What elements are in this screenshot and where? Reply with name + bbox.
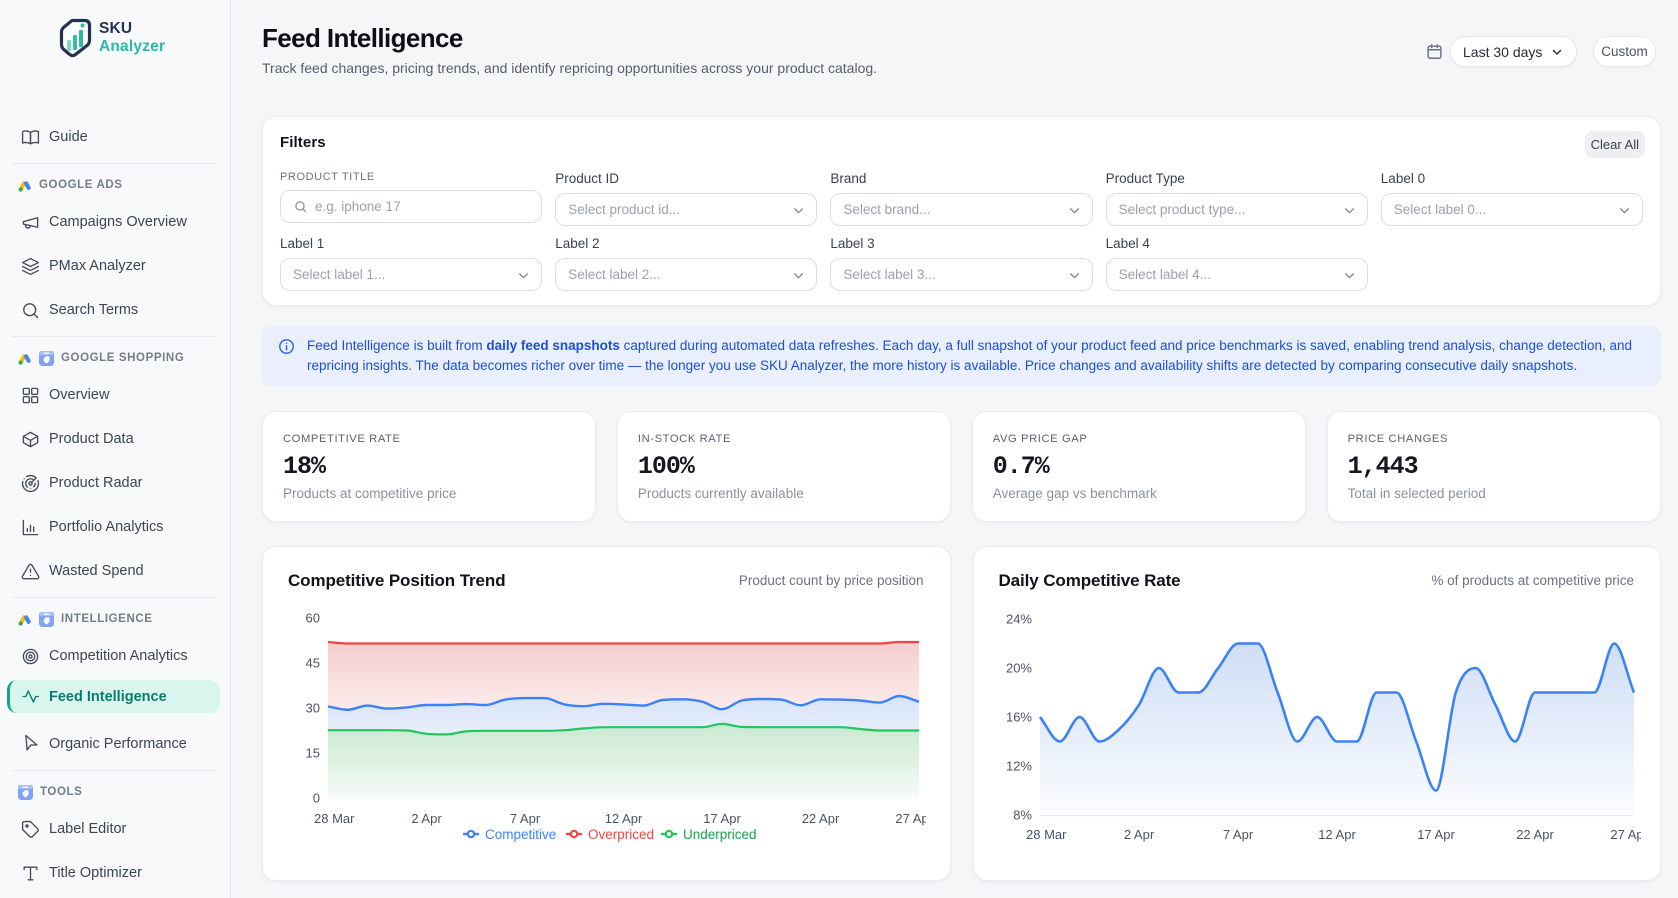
svg-text:22 Apr: 22 Apr [1516, 827, 1554, 842]
svg-text:45: 45 [306, 656, 320, 671]
svg-text:27 Apr: 27 Apr [895, 811, 926, 826]
svg-text:17 Apr: 17 Apr [703, 811, 741, 826]
svg-text:28 Mar: 28 Mar [314, 811, 355, 826]
svg-text:22 Apr: 22 Apr [802, 811, 840, 826]
svg-text:28 Mar: 28 Mar [1026, 827, 1067, 842]
svg-text:12 Apr: 12 Apr [1318, 827, 1356, 842]
svg-text:Competitive: Competitive [485, 827, 556, 842]
svg-text:27 Apr: 27 Apr [1610, 827, 1641, 842]
svg-text:7 Apr: 7 Apr [510, 811, 541, 826]
svg-text:12 Apr: 12 Apr [605, 811, 643, 826]
svg-text:17 Apr: 17 Apr [1417, 827, 1455, 842]
svg-text:15: 15 [306, 746, 320, 761]
svg-text:Overpriced: Overpriced [588, 827, 654, 842]
svg-text:2 Apr: 2 Apr [411, 811, 442, 826]
svg-text:24%: 24% [1005, 612, 1031, 627]
svg-text:7 Apr: 7 Apr [1222, 827, 1253, 842]
svg-text:16%: 16% [1005, 710, 1031, 725]
svg-text:2 Apr: 2 Apr [1123, 827, 1154, 842]
svg-text:12%: 12% [1005, 759, 1031, 774]
svg-text:Underpriced: Underpriced [683, 827, 757, 842]
svg-text:0: 0 [313, 791, 320, 806]
svg-text:20%: 20% [1005, 661, 1031, 676]
svg-text:30: 30 [306, 701, 320, 716]
svg-text:60: 60 [306, 611, 320, 626]
svg-text:8%: 8% [1013, 808, 1032, 823]
